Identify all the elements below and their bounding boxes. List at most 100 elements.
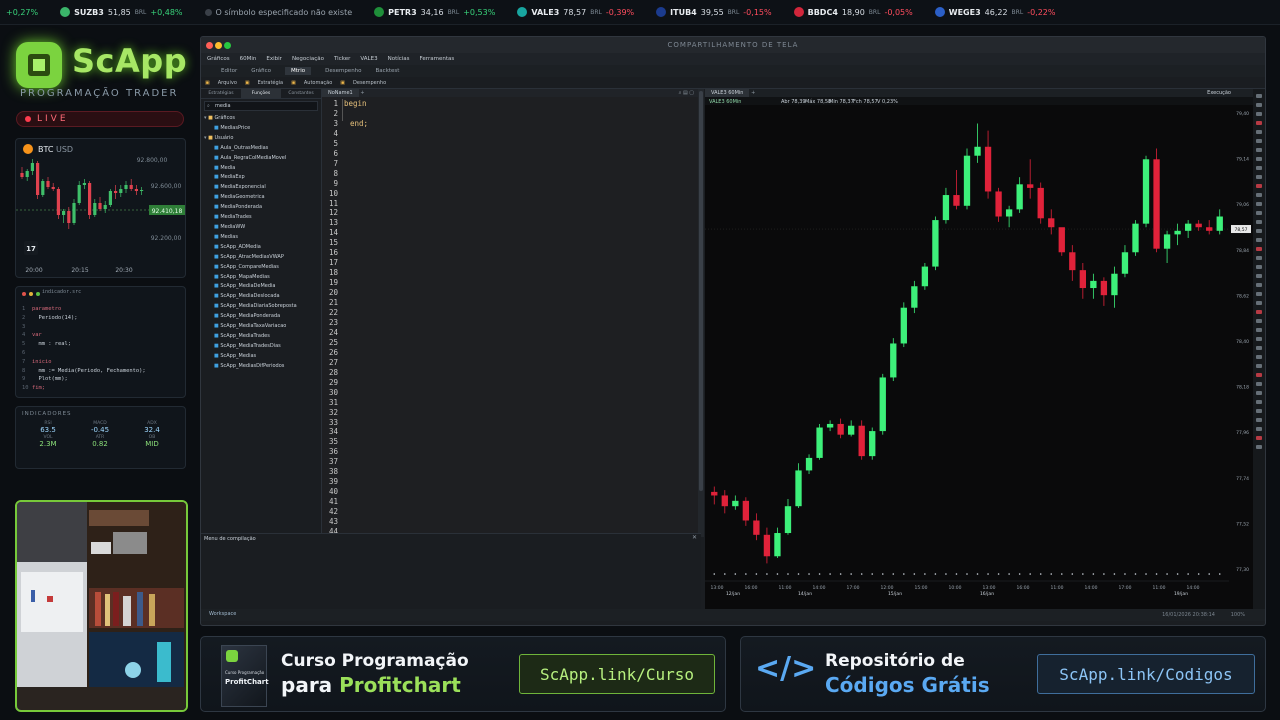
ticker-item[interactable]: O símbolo especificado não existe (199, 8, 369, 17)
minimize-button[interactable] (215, 42, 222, 49)
zoom-level[interactable]: 100% (1231, 612, 1245, 618)
tree-item[interactable]: ■ ScApp_MediaDeMedia (204, 282, 318, 292)
workspace-tab[interactable]: Gráfico (251, 68, 271, 74)
tree-item[interactable]: ■ MediaPonderada (204, 203, 318, 213)
menu-item[interactable]: Exibir (266, 56, 282, 62)
toolbar-icon[interactable]: ▣ (340, 80, 345, 86)
drawing-tool-icon[interactable] (1256, 292, 1262, 296)
ticker-item[interactable]: PETR3 34,16 BRL +0,53% (368, 7, 511, 17)
drawing-tool-icon[interactable] (1256, 319, 1262, 323)
toolbar-button[interactable]: Arquivo (218, 80, 237, 86)
tree-item[interactable]: ■ MediaWW (204, 223, 318, 233)
ticker-item[interactable]: BBDC4 18,90 BRL -0,05% (788, 7, 929, 17)
tree-item[interactable]: ■ MediaExponencial (204, 183, 318, 193)
tree-tab[interactable]: Estratégias (201, 89, 241, 98)
drawing-tool-icon[interactable] (1256, 157, 1262, 161)
toolbar-button[interactable]: Automação (304, 80, 332, 86)
course-link-button[interactable]: ScApp.link/Curso (519, 654, 715, 694)
menu-item[interactable]: Ticker (334, 56, 350, 62)
tree-item[interactable]: ■ ScApp_MediaTrades (204, 332, 318, 342)
menu-item[interactable]: 60Min (240, 56, 257, 62)
tree-item[interactable]: ■ Aula_RegraColMediaMovel (204, 154, 318, 164)
tree-item[interactable]: ■ ScApp_ADMedia (204, 243, 318, 253)
tree-item[interactable]: ■ ScApp_MediaPonderada (204, 312, 318, 322)
drawing-tool-icon[interactable] (1256, 121, 1262, 125)
drawing-tool-icon[interactable] (1256, 427, 1262, 431)
drawing-tool-icon[interactable] (1256, 256, 1262, 260)
workspace-tab[interactable]: Mtrio (285, 67, 312, 75)
drawing-tool-icon[interactable] (1256, 229, 1262, 233)
toolbar-button[interactable]: Estratégia (258, 80, 284, 86)
tree-item[interactable]: ■ ScApp_MediaTradesDias (204, 342, 318, 352)
drawing-tool-icon[interactable] (1256, 103, 1262, 107)
toolbar-icon[interactable]: ▣ (205, 80, 210, 86)
tree-group[interactable]: ▾ ■ Gráficos (204, 114, 318, 124)
editor-tab[interactable]: NoName1 (322, 89, 359, 97)
tree-item[interactable]: ■ ScApp_MediasDifPeriodos (204, 362, 318, 372)
drawing-tool-icon[interactable] (1256, 193, 1262, 197)
tree-item[interactable]: ■ ScApp_MapaMedias (204, 273, 318, 283)
drawing-tool-icon[interactable] (1256, 265, 1262, 269)
close-button[interactable] (206, 42, 213, 49)
tree-group[interactable]: ▾ ■ Usuário (204, 134, 318, 144)
new-chart-tab-icon[interactable]: + (751, 90, 755, 96)
drawing-tool-icon[interactable] (1256, 310, 1262, 314)
drawing-tool-icon[interactable] (1256, 382, 1262, 386)
drawing-tool-icon[interactable] (1256, 202, 1262, 206)
tree-item[interactable]: ■ ScApp_Medias (204, 352, 318, 362)
tree-item[interactable]: ■ ScApp_MediaDiariaSobreposta (204, 302, 318, 312)
ticker-item[interactable]: +0,27% (0, 8, 54, 17)
drawing-tool-icon[interactable] (1256, 328, 1262, 332)
tree-tab[interactable]: Funções (241, 89, 281, 98)
ticker-item[interactable]: VALE3 78,57 BRL -0,39% (511, 7, 650, 17)
tree-item[interactable]: ■ Media (204, 164, 318, 174)
menu-item[interactable]: Notícias (388, 56, 410, 62)
drawing-tool-icon[interactable] (1256, 139, 1262, 143)
tree-item[interactable]: ■ MediasPrice (204, 124, 318, 134)
tree-search-input[interactable]: ⌕ media (204, 101, 318, 111)
ticker-item[interactable]: SUZB3 51,85 BRL +0,48% (54, 7, 198, 17)
drawing-tool-icon[interactable] (1256, 346, 1262, 350)
drawing-tool-icon[interactable] (1256, 166, 1262, 170)
drawing-tool-icon[interactable] (1256, 400, 1262, 404)
toolbar-icon[interactable]: ▣ (291, 80, 296, 86)
tree-item[interactable]: ■ ScApp_AtracMediasVWAP (204, 253, 318, 263)
drawing-tool-icon[interactable] (1256, 94, 1262, 98)
code-line[interactable]: end; (344, 119, 368, 129)
drawing-tool-icon[interactable] (1256, 274, 1262, 278)
execution-label[interactable]: Execução (1207, 89, 1231, 97)
tree-item[interactable]: ■ MediaExp (204, 173, 318, 183)
tree-item[interactable]: ■ ScApp_MediaDeslocada (204, 292, 318, 302)
chart-tab[interactable]: VALE3 60Min (705, 89, 750, 97)
ticker-item[interactable]: ITUB4 39,55 BRL -0,15% (650, 7, 787, 17)
drawing-tool-icon[interactable] (1256, 130, 1262, 134)
drawing-tool-icon[interactable] (1256, 418, 1262, 422)
drawing-tool-icon[interactable] (1256, 436, 1262, 440)
drawing-tool-icon[interactable] (1256, 373, 1262, 377)
drawing-tool-icon[interactable] (1256, 247, 1262, 251)
drawing-tool-icon[interactable] (1256, 238, 1262, 242)
new-tab-icon[interactable]: + (360, 90, 364, 96)
tree-item[interactable]: ■ Medias (204, 233, 318, 243)
workspace-tab[interactable]: Backtest (376, 68, 400, 74)
drawing-tool-icon[interactable] (1256, 337, 1262, 341)
drawing-tool-icon[interactable] (1256, 301, 1262, 305)
drawing-tool-icon[interactable] (1256, 184, 1262, 188)
drawing-tool-icon[interactable] (1256, 364, 1262, 368)
drawing-tool-icon[interactable] (1256, 283, 1262, 287)
code-line[interactable]: begin (344, 99, 368, 109)
tree-item[interactable]: ■ MediaGeometrica (204, 193, 318, 203)
tree-item[interactable]: ■ Aula_OutrasMedias (204, 144, 318, 154)
workspace-label[interactable]: Workspace (209, 611, 236, 617)
tree-item[interactable]: ■ MediaTrades (204, 213, 318, 223)
editor-scrollbar[interactable] (698, 89, 704, 537)
drawing-tool-icon[interactable] (1256, 445, 1262, 449)
drawing-tool-icon[interactable] (1256, 148, 1262, 152)
tree-item[interactable]: ■ ScApp_MediaTaxaVariacao (204, 322, 318, 332)
drawing-tool-icon[interactable] (1256, 355, 1262, 359)
drawing-tool-icon[interactable] (1256, 175, 1262, 179)
maximize-button[interactable] (224, 42, 231, 49)
drawing-tool-icon[interactable] (1256, 391, 1262, 395)
menu-item[interactable]: VALE3 (360, 56, 377, 62)
drawing-tool-icon[interactable] (1256, 112, 1262, 116)
